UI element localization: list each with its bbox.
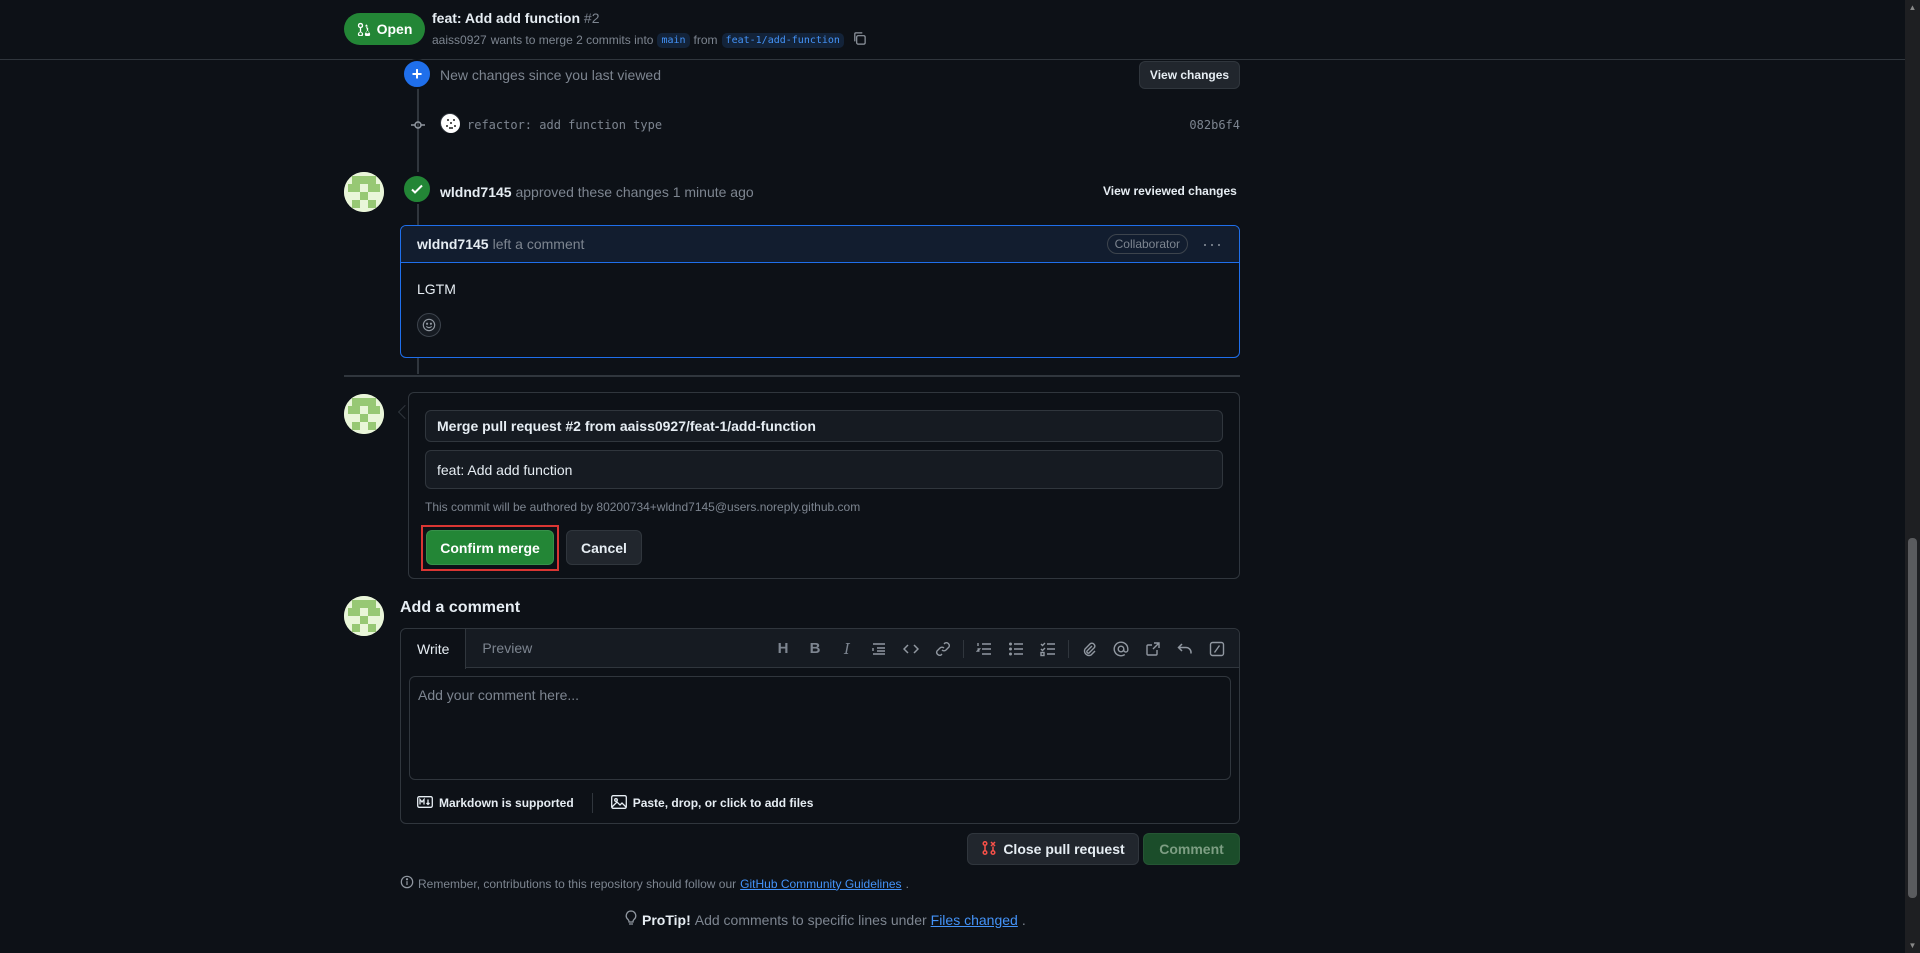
editor-footer: Markdown is supported Paste, drop, or cl… bbox=[417, 793, 813, 813]
comment-editor: Write Preview H B I Add your comment her… bbox=[400, 628, 1240, 824]
footer-divider bbox=[591, 793, 593, 813]
copy-icon[interactable] bbox=[852, 31, 867, 49]
commit-message[interactable]: refactor: add function type bbox=[467, 118, 662, 132]
base-branch[interactable]: main bbox=[657, 32, 690, 48]
quote-icon[interactable] bbox=[863, 635, 895, 663]
guidelines-note: Remember, contributions to this reposito… bbox=[400, 875, 909, 892]
pr-state-label: Open bbox=[376, 21, 413, 37]
check-icon bbox=[402, 174, 432, 204]
protip-end: . bbox=[1021, 911, 1026, 928]
sticky-pr-header: Open feat: Add add function #2 aaiss0927… bbox=[0, 0, 1905, 60]
protip: ProTip! Add comments to specific lines u… bbox=[624, 910, 1026, 929]
markdown-supported-link[interactable]: Markdown is supported bbox=[439, 796, 574, 810]
bold-icon[interactable]: B bbox=[799, 635, 831, 663]
link-icon[interactable] bbox=[927, 635, 959, 663]
current-user-avatar[interactable] bbox=[344, 394, 384, 434]
head-branch[interactable]: feat-1/add-function bbox=[721, 32, 844, 48]
toolbar-divider bbox=[1068, 639, 1069, 658]
merge-form: Merge pull request #2 from aaiss0927/fea… bbox=[408, 392, 1240, 579]
review-comment: wldnd7145 left a comment Collaborator ··… bbox=[400, 225, 1240, 358]
comment-author-avatar[interactable] bbox=[344, 596, 384, 636]
scroll-up-arrow-icon[interactable]: ▲ bbox=[1905, 0, 1920, 15]
attach-files-prompt[interactable]: Paste, drop, or click to add files bbox=[633, 796, 814, 810]
merge-commit-body-input[interactable]: feat: Add add function bbox=[425, 450, 1223, 489]
comment-text: LGTM bbox=[417, 281, 456, 297]
view-changes-button[interactable]: View changes bbox=[1139, 61, 1240, 89]
reference-icon[interactable] bbox=[1137, 635, 1169, 663]
editor-tabs: Write Preview H B I bbox=[401, 629, 1239, 669]
collaborator-badge: Collaborator bbox=[1106, 234, 1189, 254]
reviewer-avatar[interactable] bbox=[344, 172, 384, 212]
attach-icon[interactable] bbox=[1073, 635, 1105, 663]
confirm-merge-highlight: Confirm merge bbox=[421, 525, 559, 571]
timeline-divider bbox=[344, 375, 1240, 377]
protip-label: ProTip! bbox=[642, 911, 691, 928]
task-list-icon[interactable] bbox=[1032, 635, 1064, 663]
review-text: approved these changes 1 minute ago bbox=[515, 184, 754, 200]
review-summary: wldnd7145 approved these changes 1 minut… bbox=[440, 184, 754, 200]
commit-author-note: This commit will be authored by 80200734… bbox=[425, 500, 861, 514]
review-user[interactable]: wldnd7145 bbox=[440, 184, 512, 200]
pr-merge-text: wants to merge 2 commits into bbox=[490, 33, 654, 47]
scroll-thumb[interactable] bbox=[1908, 538, 1917, 898]
kebab-menu-icon[interactable]: ··· bbox=[1202, 234, 1223, 255]
plus-icon: + bbox=[402, 59, 432, 89]
review-comment-header: wldnd7145 left a comment Collaborator ··… bbox=[401, 226, 1239, 263]
remember-text: Remember, contributions to this reposito… bbox=[418, 876, 737, 891]
numbered-list-icon[interactable] bbox=[968, 635, 1000, 663]
markdown-toolbar: H B I bbox=[767, 629, 1233, 668]
git-pull-request-closed-icon bbox=[981, 840, 997, 859]
protip-text: Add comments to specific lines under bbox=[694, 911, 927, 928]
toolbar-divider bbox=[963, 639, 964, 658]
tab-write[interactable]: Write bbox=[401, 629, 467, 669]
comment-submit-button[interactable]: Comment bbox=[1143, 833, 1240, 865]
pr-title: feat: Add add function #2 bbox=[432, 10, 600, 26]
pr-author[interactable]: aaiss0927 bbox=[432, 33, 487, 47]
files-changed-link[interactable]: Files changed bbox=[931, 912, 1018, 928]
image-icon bbox=[610, 794, 627, 812]
confirm-merge-button[interactable]: Confirm merge bbox=[426, 530, 554, 565]
close-pull-request-label: Close pull request bbox=[1003, 841, 1125, 857]
community-guidelines-link[interactable]: GitHub Community Guidelines bbox=[740, 877, 901, 891]
scroll-down-arrow-icon[interactable]: ▼ bbox=[1905, 938, 1920, 953]
add-comment-heading: Add a comment bbox=[400, 599, 521, 616]
merge-commit-title-input[interactable]: Merge pull request #2 from aaiss0927/fea… bbox=[425, 410, 1223, 442]
view-reviewed-changes-link[interactable]: View reviewed changes bbox=[1103, 184, 1237, 198]
bulleted-list-icon[interactable] bbox=[1000, 635, 1032, 663]
page-scrollbar[interactable]: ▲ ▼ bbox=[1905, 0, 1920, 953]
smiley-icon[interactable] bbox=[417, 313, 441, 337]
timeline-line bbox=[417, 204, 419, 225]
heading-icon[interactable]: H bbox=[767, 635, 799, 663]
commit-author-avatar[interactable] bbox=[440, 113, 460, 133]
commit-sha[interactable]: 082b6f4 bbox=[1189, 118, 1240, 132]
comment-user[interactable]: wldnd7145 bbox=[417, 236, 489, 252]
markdown-icon bbox=[417, 795, 433, 811]
comment-textarea[interactable]: Add your comment here... bbox=[409, 676, 1231, 780]
info-icon bbox=[400, 875, 414, 892]
mention-icon[interactable] bbox=[1105, 635, 1137, 663]
slash-commands-icon[interactable] bbox=[1201, 635, 1233, 663]
pr-meta: aaiss0927 wants to merge 2 commits into … bbox=[432, 31, 867, 49]
code-icon[interactable] bbox=[895, 635, 927, 663]
git-commit-icon bbox=[410, 117, 426, 133]
new-changes-label: New changes since you last viewed bbox=[440, 67, 662, 83]
undo-icon[interactable] bbox=[1169, 635, 1201, 663]
pr-state-badge: Open bbox=[344, 13, 425, 45]
git-pull-request-icon bbox=[357, 22, 370, 36]
timeline-line bbox=[417, 358, 419, 374]
cancel-merge-button[interactable]: Cancel bbox=[566, 530, 642, 565]
light-bulb-icon bbox=[624, 910, 638, 929]
comment-action: left a comment bbox=[492, 236, 585, 252]
pr-title-text: feat: Add add function bbox=[432, 10, 581, 26]
close-pull-request-button[interactable]: Close pull request bbox=[967, 833, 1139, 865]
from-text: from bbox=[693, 33, 718, 47]
remember-end: . bbox=[905, 876, 909, 891]
tab-preview[interactable]: Preview bbox=[466, 629, 548, 667]
review-comment-body: LGTM bbox=[401, 263, 1239, 337]
italic-icon[interactable]: I bbox=[831, 635, 863, 663]
pr-number: #2 bbox=[583, 10, 600, 26]
